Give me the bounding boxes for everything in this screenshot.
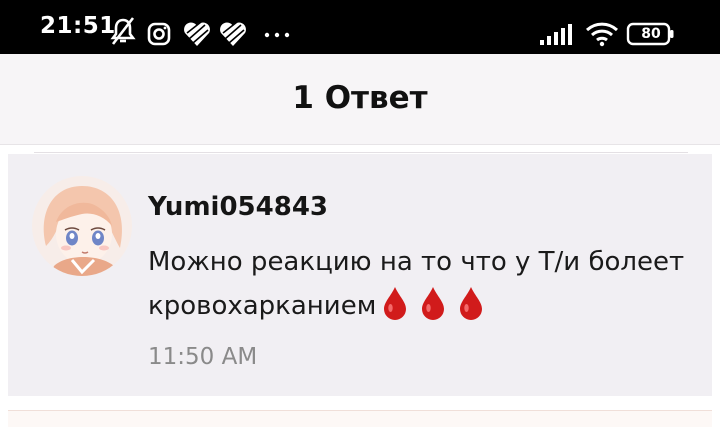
next-comment-card[interactable]: [8, 410, 712, 427]
comment-body: Можно реакцию на то что у Т/и болеет кро…: [148, 240, 688, 334]
notifications-off-icon: [110, 17, 136, 45]
drop-of-blood-icon: [422, 287, 445, 320]
wifi-icon: [585, 22, 619, 47]
drop-of-blood-icon: [460, 287, 483, 320]
blood-drop-emojis: [382, 286, 496, 334]
avatar[interactable]: [32, 176, 132, 276]
more-dots-icon: [264, 32, 290, 38]
heart-icon: [220, 21, 246, 46]
comment-username[interactable]: Yumi054843: [148, 192, 328, 222]
status-bar: 21:51 80: [0, 0, 720, 54]
heart-icon: [184, 21, 210, 46]
divider: [34, 152, 688, 153]
battery-level: 80: [641, 26, 661, 42]
instagram-icon: [147, 22, 171, 46]
page-title: 1 Ответ: [292, 80, 428, 116]
header-bar: 1 Ответ: [0, 54, 720, 145]
comment-timestamp: 11:50 AM: [148, 344, 258, 370]
drop-of-blood-icon: [384, 287, 407, 320]
status-time: 21:51: [40, 13, 116, 39]
signal-icon: [540, 24, 572, 45]
